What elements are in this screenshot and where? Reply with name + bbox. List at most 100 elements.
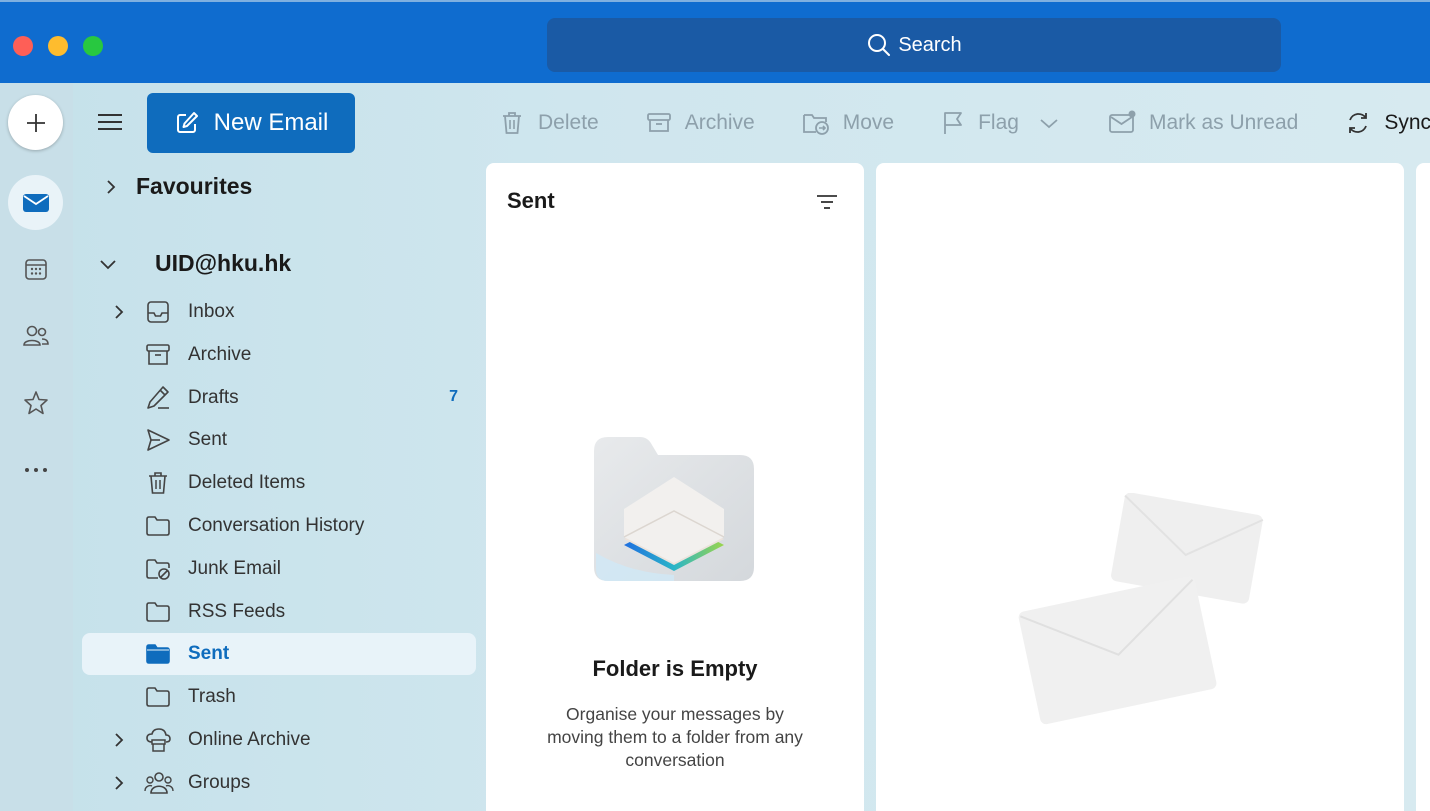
folder-item-sent[interactable]: Sent (82, 633, 476, 676)
chevron-down-icon (97, 253, 119, 275)
envelopes-illustration (1018, 493, 1264, 725)
flag-label: Flag (978, 111, 1019, 134)
sync-label: Sync (1384, 111, 1430, 134)
move-folder-icon (802, 114, 829, 135)
people-icon (23, 325, 49, 346)
main-area: New Email Favourites UID@hku.hk Inbox Arc… (0, 83, 1430, 811)
new-email-label: New Email (213, 109, 329, 136)
empty-state-title: Folder is Empty (592, 656, 758, 681)
folder-icon (144, 683, 172, 711)
move-label: Move (842, 111, 895, 134)
trash-icon (144, 469, 172, 497)
compose-icon (176, 112, 198, 133)
drafts-icon (144, 384, 172, 412)
flag-icon (944, 112, 962, 134)
side-pane-edge (1416, 163, 1430, 811)
search-icon (868, 34, 891, 56)
folder-label: Sent (188, 643, 230, 665)
zoom-window-button[interactable] (83, 36, 103, 56)
folder-item-groups[interactable]: Groups (82, 762, 476, 804)
folder-item-archive[interactable]: Archive (82, 334, 476, 376)
move-button[interactable]: Move (801, 109, 894, 137)
folder-label: Drafts (188, 386, 239, 408)
more-icon (25, 468, 47, 472)
more-apps-button[interactable] (20, 454, 52, 486)
inbox-icon (144, 298, 172, 326)
toolbar: Delete Archive Move Flag Mark as Unread … (498, 103, 1430, 143)
favourites-app-button[interactable] (20, 387, 52, 419)
app-rail (0, 83, 73, 811)
chevron-right-icon[interactable] (112, 730, 130, 750)
folder-item-trash[interactable]: Trash (82, 676, 476, 718)
delete-label: Delete (538, 111, 599, 134)
folder-item-conversation-history[interactable]: Conversation History (82, 505, 476, 547)
folder-label: Archive (188, 343, 252, 365)
folder-label: Junk Email (188, 557, 281, 579)
new-email-button[interactable]: New Email (147, 93, 355, 153)
folder-item-drafts[interactable]: Drafts 7 (82, 377, 476, 419)
sync-button[interactable]: Sync (1344, 109, 1430, 137)
chevron-down-icon[interactable] (1037, 113, 1061, 133)
account-label: UID@hku.hk (155, 250, 292, 276)
send-icon (144, 426, 172, 454)
mail-app-button[interactable] (8, 175, 63, 230)
add-button[interactable] (8, 95, 63, 150)
calendar-icon (25, 259, 47, 280)
close-window-button[interactable] (13, 36, 33, 56)
minimize-window-button[interactable] (48, 36, 68, 56)
folder-label: Deleted Items (188, 472, 306, 494)
favourites-section[interactable]: Favourites (100, 173, 252, 200)
folder-label: Conversation History (188, 515, 365, 536)
folder-item-online-archive[interactable]: Online Archive (82, 719, 476, 761)
chevron-right-icon (100, 176, 122, 198)
star-icon (24, 391, 48, 415)
filter-icon (817, 195, 837, 209)
delete-button[interactable]: Delete (498, 109, 599, 137)
folder-icon (144, 598, 172, 626)
hamburger-menu-button[interactable] (95, 107, 125, 137)
folder-item-deleted-items[interactable]: Deleted Items (82, 462, 476, 504)
folder-label: RSS Feeds (188, 600, 286, 622)
folder-icon (144, 512, 172, 540)
filter-button[interactable] (814, 189, 840, 215)
archive-icon (144, 341, 172, 369)
empty-folder-illustration (594, 437, 754, 581)
message-list-pane: Sent Folder is Empty Organise your messa… (486, 163, 864, 811)
mark-unread-label: Mark as Unread (1148, 111, 1299, 134)
mail-icon (22, 193, 49, 212)
search-label: Search (898, 33, 962, 56)
favourites-label: Favourites (136, 173, 253, 199)
chevron-right-icon[interactable] (112, 773, 130, 793)
folder-item-junk-email[interactable]: Junk Email (82, 548, 476, 590)
folder-label: Inbox (188, 301, 235, 322)
trash-icon (503, 112, 521, 134)
folder-item-sent[interactable]: Sent (82, 419, 476, 461)
flag-button[interactable]: Flag (940, 109, 1061, 137)
archive-button[interactable]: Archive (645, 109, 755, 137)
account-section[interactable]: UID@hku.hk (97, 250, 291, 277)
archive-label: Archive (684, 111, 755, 134)
folder-label: Groups (188, 771, 251, 793)
empty-state-description: Organise your messages by moving them to… (547, 704, 803, 770)
mark-unread-icon (1109, 110, 1136, 133)
folder-label: Online Archive (188, 729, 311, 750)
chevron-right-icon[interactable] (112, 302, 130, 322)
folder-label: Sent (188, 429, 228, 451)
folder-item-rss-feeds[interactable]: RSS Feeds (82, 591, 476, 633)
junk-folder-icon (144, 555, 172, 583)
groups-icon (144, 769, 174, 797)
folder-item-inbox[interactable]: Inbox (82, 291, 476, 333)
calendar-app-button[interactable] (20, 253, 52, 285)
hamburger-icon (98, 114, 122, 130)
title-bar: Search (0, 0, 1430, 83)
cloud-archive-icon (144, 726, 172, 754)
sync-icon (1349, 113, 1368, 133)
mark-as-unread-button[interactable]: Mark as Unread (1107, 109, 1298, 137)
people-app-button[interactable] (20, 320, 52, 352)
plus-icon (26, 113, 45, 132)
unread-count-badge: 7 (449, 387, 458, 405)
search-bar[interactable]: Search (547, 18, 1281, 72)
folder-filled-icon (144, 640, 172, 668)
message-list-title: Sent (507, 188, 555, 213)
folder-label: Trash (188, 686, 236, 708)
